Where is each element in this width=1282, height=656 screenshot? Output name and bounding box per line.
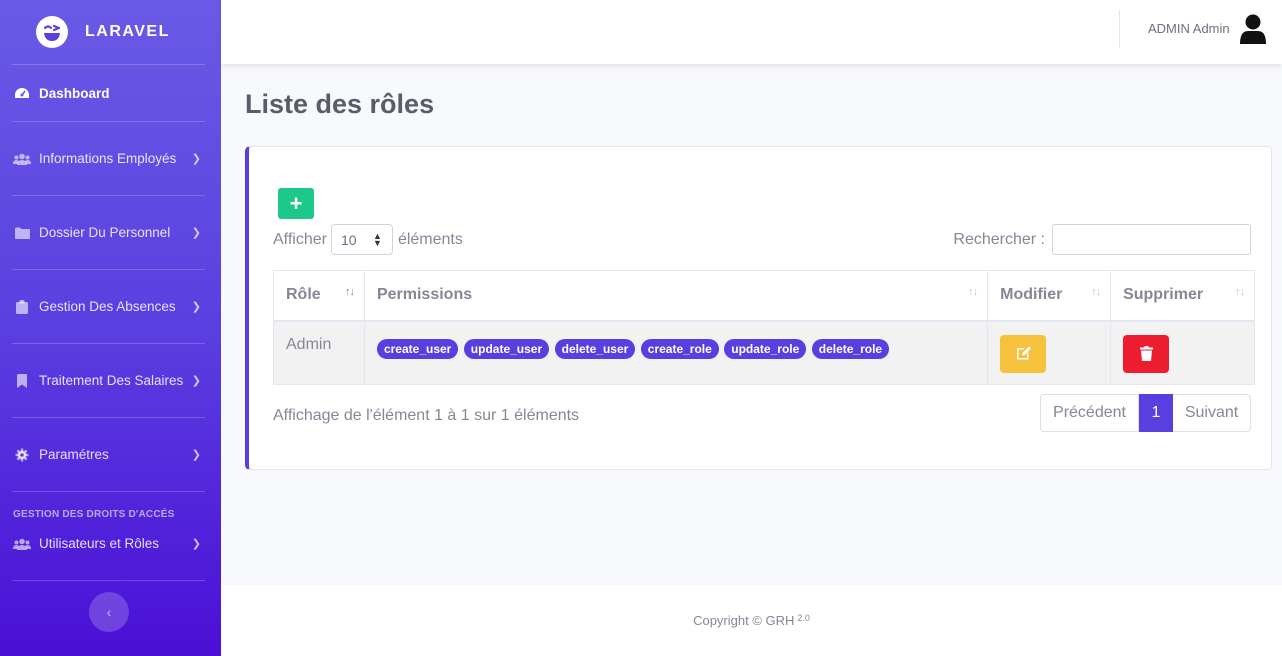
- show-entries-prefix: Afficher: [273, 230, 327, 248]
- roles-table: Rôle ↑↓ Permissions ↑↓ Modifier ↑↓ Suppr…: [273, 270, 1255, 385]
- brand[interactable]: LARAVEL: [0, 0, 221, 64]
- laughing-logo-icon: [36, 16, 68, 48]
- sidebar-divider: [12, 580, 205, 581]
- sidebar-item-utilisateurs-et-roles[interactable]: Utilisateurs et Rôles ❯: [0, 523, 221, 564]
- sidebar-item-traitement-des-salaires[interactable]: Traitement Des Salaires ❯: [0, 360, 221, 401]
- sidebar-item-label: Utilisateurs et Rôles: [39, 536, 160, 551]
- sort-icon: ↑↓: [968, 286, 978, 298]
- users-icon: [13, 537, 31, 551]
- chevron-right-icon: ❯: [191, 227, 201, 239]
- column-header-modifier[interactable]: Modifier ↑↓: [987, 270, 1112, 322]
- sort-icon: ↑↓: [1091, 286, 1101, 298]
- sidebar-item-informations-employes[interactable]: Informations Employés ❯: [0, 138, 221, 179]
- user-name[interactable]: ADMIN Admin: [1148, 21, 1230, 36]
- bookmark-icon: [13, 373, 31, 388]
- permission-badge: create_role: [640, 338, 719, 359]
- permission-badge: create_user: [376, 338, 459, 359]
- table-header-row: Rôle ↑↓ Permissions ↑↓ Modifier ↑↓ Suppr…: [273, 270, 1255, 322]
- delete-cell: [1110, 320, 1255, 385]
- folder-icon: [13, 226, 31, 240]
- pagination-next[interactable]: Suivant: [1173, 394, 1251, 432]
- sidebar-heading-access-rights: GESTION DES DROITS D'ACCÉS: [13, 509, 175, 520]
- sidebar-item-parametres[interactable]: Paramétres ❯: [0, 434, 221, 475]
- version-number: 2.0: [797, 612, 810, 623]
- roles-card: + Afficher 10 ▲ ▼ éléments Rechercher : R…: [245, 146, 1272, 470]
- select-caret-icon: ▲ ▼: [373, 231, 382, 248]
- permission-badge: update_role: [724, 338, 807, 359]
- modify-cell: [987, 320, 1112, 385]
- pagination-page-1[interactable]: 1: [1139, 394, 1173, 432]
- search-input[interactable]: [1052, 224, 1251, 255]
- table-info: Affichage de l'élément 1 à 1 sur 1 éléme…: [273, 407, 580, 424]
- column-header-permissions[interactable]: Permissions ↑↓: [363, 270, 989, 322]
- chevron-right-icon: ❯: [191, 538, 201, 550]
- edit-icon: [1016, 346, 1031, 360]
- pagination-previous[interactable]: Précédent: [1040, 394, 1139, 432]
- permission-badge: delete_user: [554, 338, 636, 359]
- topbar: ADMIN Admin: [221, 0, 1282, 64]
- sidebar-item-dashboard[interactable]: Dashboard: [0, 65, 221, 121]
- permission-badge: delete_role: [811, 338, 890, 359]
- delete-role-button[interactable]: [1123, 334, 1170, 373]
- page-size-value: 10: [340, 231, 357, 248]
- chevron-left-icon: ‹: [106, 604, 112, 620]
- sidebar-item-label: Dossier Du Personnel: [39, 225, 171, 240]
- sort-icon: ↑↓: [1235, 286, 1245, 298]
- search-control: Rechercher :: [953, 224, 1251, 255]
- chevron-right-icon: ❯: [191, 153, 201, 165]
- plus-icon: +: [289, 190, 303, 216]
- page-size-control: Afficher 10 ▲ ▼ éléments: [273, 224, 463, 255]
- sidebar: LARAVEL Dashboard Informations Employés …: [0, 0, 221, 656]
- user-icon[interactable]: [1239, 14, 1267, 49]
- table-row: Admin create_user update_user delete_use…: [273, 320, 1255, 385]
- column-header-supprimer[interactable]: Supprimer ↑↓: [1110, 270, 1255, 322]
- search-label: Rechercher :: [953, 230, 1045, 248]
- edit-role-button[interactable]: [1000, 334, 1047, 373]
- trash-icon: [1139, 346, 1153, 361]
- sidebar-item-label: Paramétres: [39, 447, 109, 462]
- copyright-text: Copyright © GRH: [693, 613, 795, 628]
- users-icon: [13, 152, 31, 166]
- page-size-select[interactable]: 10 ▲ ▼: [330, 224, 393, 255]
- chevron-right-icon: ❯: [191, 449, 201, 461]
- sidebar-item-label: Dashboard: [39, 85, 110, 101]
- permissions-cell: create_user update_user delete_user crea…: [363, 320, 989, 385]
- sort-icon: ↑↓: [344, 286, 355, 298]
- page-title: Liste des rôles: [245, 89, 435, 119]
- sidebar-item-dossier-du-personnel[interactable]: Dossier Du Personnel ❯: [0, 212, 221, 253]
- chevron-right-icon: ❯: [191, 375, 201, 387]
- footer: Copyright © GRH 2.0: [221, 585, 1282, 656]
- sidebar-item-label: Traitement Des Salaires: [39, 373, 184, 388]
- sidebar-toggle-button[interactable]: ‹: [89, 592, 129, 632]
- sidebar-item-gestion-des-absences[interactable]: Gestion Des Absences ❯: [0, 286, 221, 327]
- topbar-divider: [1119, 10, 1120, 48]
- brand-name: LARAVEL: [85, 23, 170, 40]
- show-entries-suffix: éléments: [397, 230, 463, 248]
- chevron-right-icon: ❯: [191, 301, 201, 313]
- sidebar-item-label: Informations Employés: [39, 151, 177, 166]
- gear-icon: [13, 448, 31, 462]
- column-header-role[interactable]: Rôle ↑↓: [273, 270, 365, 322]
- sidebar-item-label: Gestion Des Absences: [39, 299, 176, 314]
- tachometer-icon: [13, 86, 31, 100]
- role-cell: Admin: [273, 320, 365, 385]
- permission-badge: update_user: [463, 338, 550, 359]
- clipboard-icon: [13, 299, 31, 314]
- add-role-button[interactable]: +: [278, 188, 314, 219]
- pagination: Précédent 1 Suivant: [1040, 394, 1251, 432]
